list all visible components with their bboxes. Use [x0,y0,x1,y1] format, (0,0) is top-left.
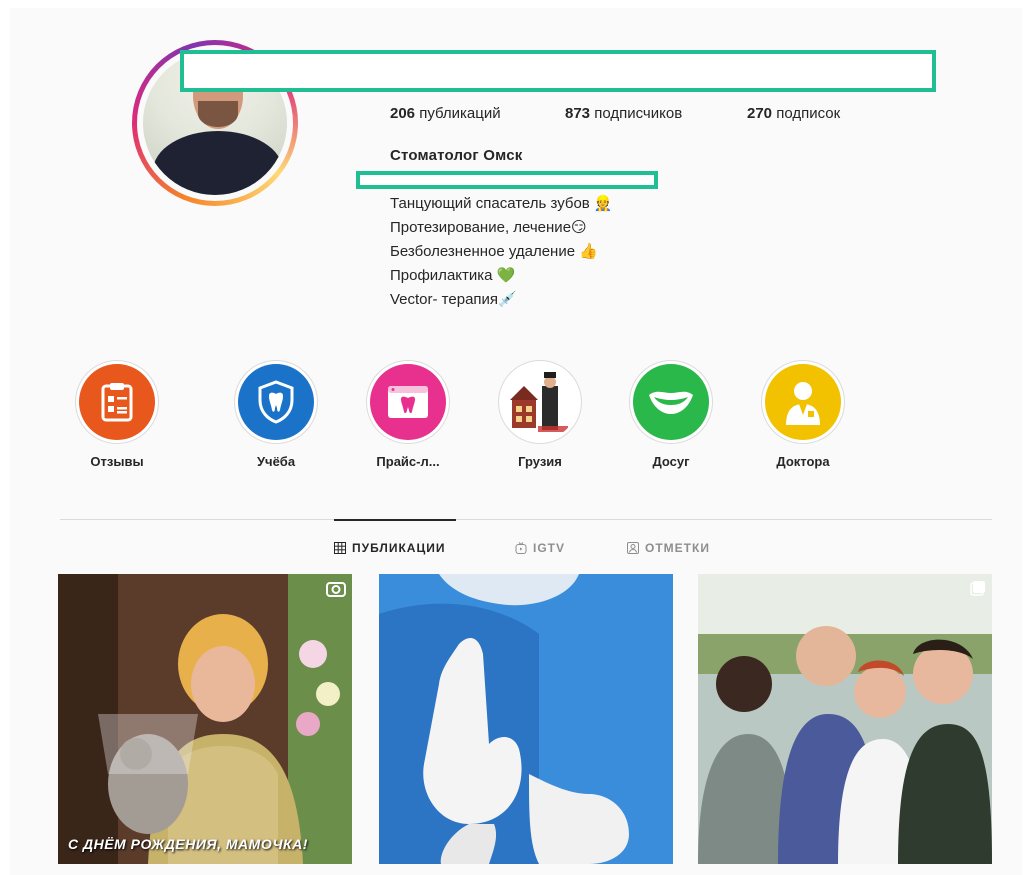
tab-igtv[interactable]: IGTV [515,541,565,555]
bio-line: Танцующий спасатель зубов 👷 [390,195,613,212]
tabs-divider [60,519,992,520]
tab-label: IGTV [533,541,566,555]
tab-label: ПУБЛИКАЦИИ [352,541,446,555]
posts-count-stat: 206 публикаций [390,105,501,122]
followers-count-stat[interactable]: 873 подписчиков [565,105,682,122]
tooth-browser-icon [370,364,446,440]
post-thumbnail[interactable]: С ДНЁМ РОЖДЕНИЯ, МАМОЧКА! [58,574,352,864]
grid-icon [334,542,346,554]
profile-page: 206 публикаций 873 подписчиков 270 подпи… [10,8,1022,875]
following-count-stat[interactable]: 270 подписок [747,105,840,122]
highlight-label: Учёба [256,454,296,469]
highlight-doktora[interactable]: Доктора [748,360,858,469]
post-image [379,574,673,864]
highlight-label: Прайс-л... [376,454,440,469]
bio-line: Профилактика 💚 [390,267,516,284]
post-thumbnail[interactable] [698,574,992,864]
highlight-label: Доктора [776,454,830,469]
redacted-username [180,50,936,92]
tab-publications[interactable]: ПУБЛИКАЦИИ [334,541,445,555]
bio-line: Безболезненное удаление 👍 [390,243,598,260]
bio-line: Протезирование, лечение😏 [390,219,587,236]
redacted-category [356,171,658,189]
igtv-icon [515,542,527,554]
doctor-icon [765,364,841,440]
highlight-gruziya[interactable]: Грузия [485,360,595,469]
video-icon [326,580,346,603]
highlight-label: Досуг [652,454,690,469]
profile-bio: Танцующий спасатель зубов 👷 Протезирован… [390,192,613,312]
smile-icon [633,364,709,440]
bio-line: Vector- терапия💉 [390,291,517,308]
highlight-label: Грузия [518,454,562,469]
highlight-otzyvy[interactable]: Отзывы [62,360,172,469]
carousel-icon [970,580,986,601]
highlight-label: Отзывы [90,454,144,469]
profile-full-name: Стоматолог Омск [390,147,523,164]
post-caption: С ДНЁМ РОЖДЕНИЯ, МАМОЧКА! [68,836,308,852]
tab-label: ОТМЕТКИ [645,541,710,555]
highlight-price-list[interactable]: Прайс-л... [353,360,463,469]
highlight-ucheba[interactable]: Учёба [221,360,331,469]
clipboard-icon [79,364,155,440]
active-tab-indicator [334,519,456,521]
post-image [698,574,992,864]
tooth-shield-icon [238,364,314,440]
post-thumbnail[interactable] [379,574,673,864]
tab-tagged[interactable]: ОТМЕТКИ [627,541,710,555]
tagged-icon [627,542,639,554]
highlight-dosug[interactable]: Досуг [616,360,726,469]
georgia-illustration [502,364,578,440]
post-image [58,574,352,864]
